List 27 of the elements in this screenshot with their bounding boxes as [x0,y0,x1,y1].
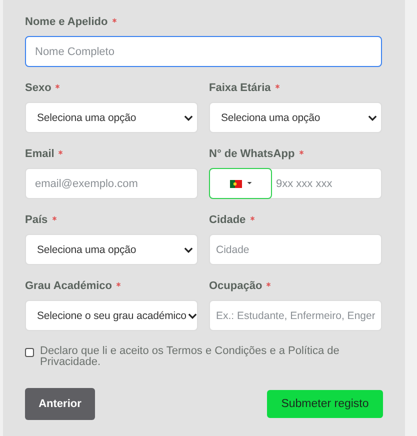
chevron-icon [368,114,377,120]
field-label: Email [25,148,54,160]
field-label: Cidade [209,214,246,226]
field-label: Nome e Apelido [25,16,108,28]
field-label: Ocupação [209,280,262,292]
back-button[interactable]: Anterior [25,388,95,420]
chevron-icon [184,246,193,252]
phone-input[interactable]: 9xx xxx xxx [272,169,380,198]
field-label: Sexo [25,82,52,94]
caret-icon [246,182,252,185]
field-label: N° de WhatsApp [209,148,295,160]
field-label: Faixa Etária [209,82,271,94]
chevron-icon [184,114,193,120]
country-picker[interactable] [209,168,272,199]
select-field[interactable]: Seleciona uma opção [25,102,198,133]
text-field[interactable]: Nome Completo [25,36,382,67]
select-field[interactable]: Selecione o seu grau académico [25,300,198,331]
phone-field[interactable]: 9xx xxx xxx [209,168,382,199]
select-field[interactable]: Seleciona uma opção [209,102,382,133]
consent-text: Declaro que li e aceito os Termos e Condições e a Política de Privacidade. [40,346,340,368]
submit-button[interactable]: Submeter registo [267,390,383,418]
chevron-icon [188,312,198,318]
flag-icon [230,180,242,188]
checkbox[interactable] [25,348,34,357]
select-field[interactable]: Seleciona uma opção [25,234,198,265]
field-label: País [25,214,48,226]
field-label: Grau Académico [25,280,112,292]
